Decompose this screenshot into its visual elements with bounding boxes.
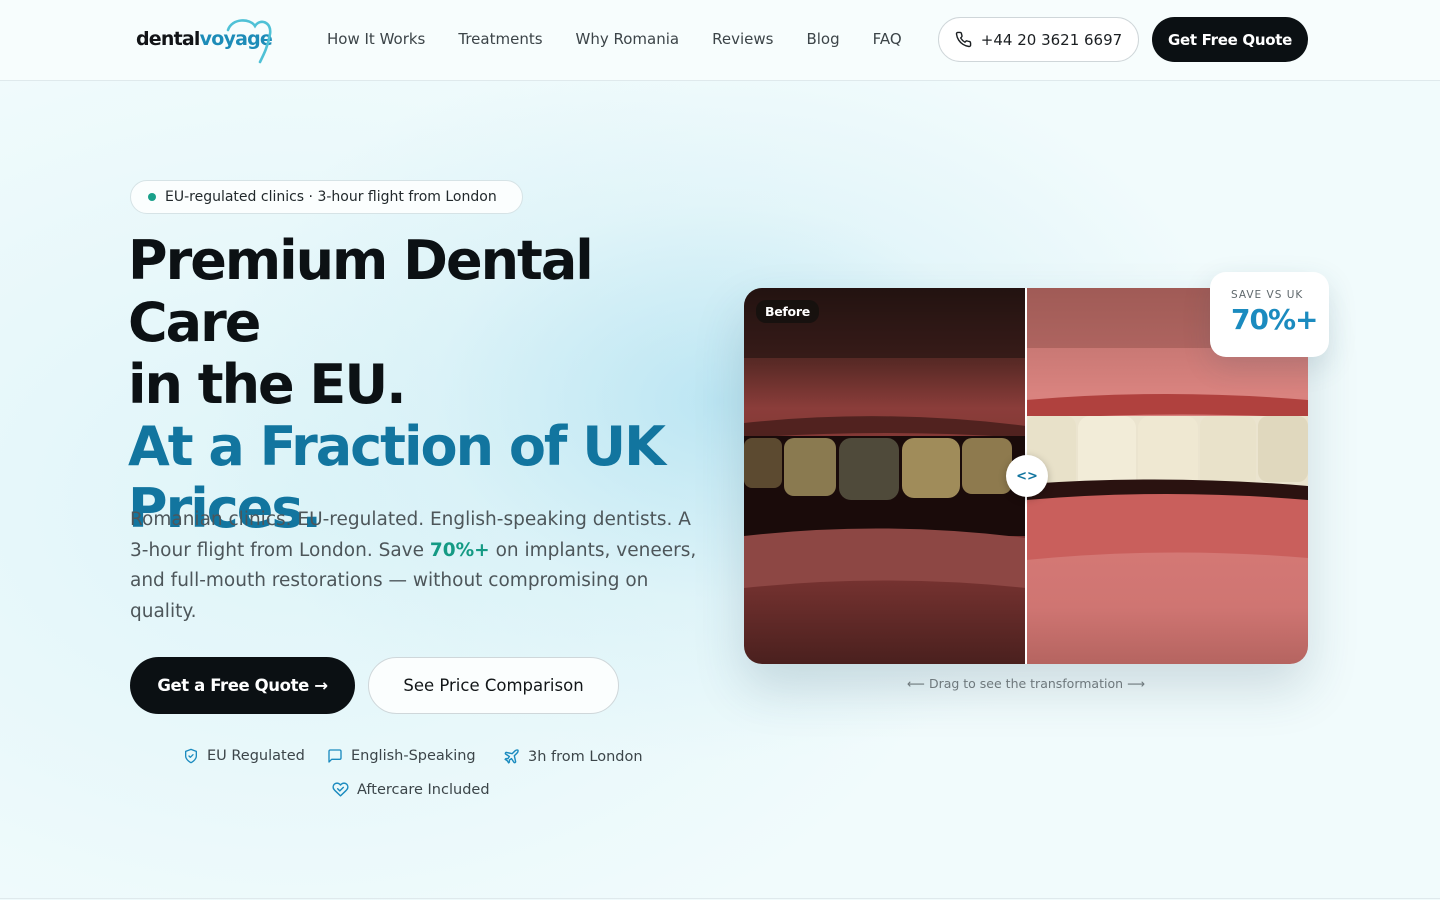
- trust-english-speaking: English-Speaking: [327, 748, 476, 764]
- status-dot: [148, 193, 156, 201]
- savings-value: 70%+: [1231, 303, 1318, 336]
- nav-treatments[interactable]: Treatments: [458, 30, 542, 48]
- phone-icon: [955, 31, 972, 48]
- savings-card: SAVE VS UK 70%+: [1210, 272, 1329, 357]
- savings-label: SAVE VS UK: [1231, 289, 1304, 301]
- shield-check-icon: [185, 748, 197, 764]
- nav-how-it-works[interactable]: How It Works: [327, 30, 425, 48]
- section-divider: [0, 898, 1440, 899]
- drag-hint: ⟵ Drag to see the transformation ⟶: [907, 676, 1145, 691]
- before-image: [744, 288, 1026, 664]
- trust-3h-from-london: 3h from London: [503, 748, 643, 765]
- logo[interactable]: dentalvoyage: [136, 16, 276, 66]
- nav-faq[interactable]: FAQ: [873, 30, 902, 48]
- hero-title: Premium Dental Care in the EU. At a Frac…: [128, 229, 666, 540]
- phone-number: +44 20 3621 6697: [980, 30, 1123, 49]
- heart-icon: [332, 782, 349, 797]
- hero-badge: EU-regulated clinics · 3-hour flight fro…: [130, 180, 523, 214]
- chat-icon: [328, 749, 342, 763]
- nav-why-romania[interactable]: Why Romania: [576, 30, 680, 48]
- plane-icon: [504, 749, 519, 764]
- nav-reviews[interactable]: Reviews: [712, 30, 773, 48]
- savings-highlight: 70%+: [429, 539, 490, 561]
- trust-eu-regulated: EU Regulated: [183, 748, 305, 764]
- slider-handle[interactable]: <>: [1006, 455, 1048, 497]
- tooth-logo-icon: [226, 19, 272, 64]
- phone-button[interactable]: +44 20 3621 6697: [938, 17, 1139, 62]
- before-label: Before: [756, 300, 819, 323]
- badge-text: EU-regulated clinics · 3-hour flight fro…: [165, 189, 497, 205]
- get-free-quote-button[interactable]: Get Free Quote: [1152, 17, 1308, 62]
- see-price-comparison-button[interactable]: See Price Comparison: [368, 657, 619, 714]
- site-header: dentalvoyage How It Works Treatments Why…: [0, 0, 1440, 81]
- get-a-free-quote-button[interactable]: Get a Free Quote →: [130, 657, 355, 714]
- nav-blog[interactable]: Blog: [806, 30, 839, 48]
- hero-description: Romanian clinics. EU-regulated. English-…: [130, 509, 697, 622]
- trust-aftercare-included: Aftercare Included: [332, 781, 490, 798]
- main-nav: How It Works Treatments Why Romania Revi…: [327, 30, 902, 48]
